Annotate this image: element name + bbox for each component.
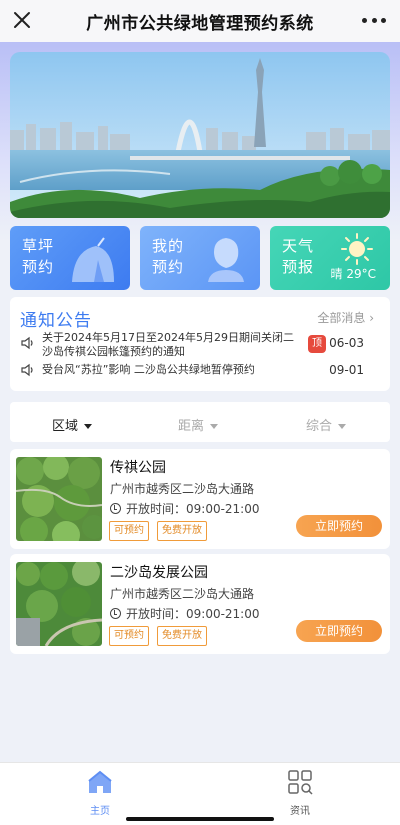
park-name: 传祺公园	[110, 460, 166, 476]
notice-date: 09-01	[329, 363, 364, 377]
weather-tile[interactable]: 天气 预报 晴 29°C	[270, 226, 390, 290]
tab-home[interactable]: 主页	[70, 769, 130, 817]
filter-distance[interactable]: 距离	[178, 415, 219, 434]
chevron-down-icon	[210, 424, 219, 429]
park-hours: 开放时间：09:00-21:00	[110, 605, 260, 622]
notice-panel: 通知公告 全部消息 › 关于2024年5月17日至2024年5月29日期间关闭二…	[10, 297, 390, 391]
speaker-icon	[21, 336, 33, 350]
close-icon[interactable]	[10, 8, 34, 32]
notice-text: 受台风“苏拉”影响 二沙岛公共绿地暂停预约	[42, 363, 255, 376]
park-name: 二沙岛发展公园	[110, 565, 208, 581]
filter-overall[interactable]: 综合	[306, 415, 347, 434]
free-tag: 免费开放	[157, 521, 207, 541]
bookable-tag: 可预约	[109, 521, 149, 541]
filter-area[interactable]: 区域	[52, 415, 93, 434]
notice-item[interactable]: 关于2024年5月17日至2024年5月29日期间关闭二沙岛传祺公园帐篷预约的通…	[20, 331, 378, 361]
free-tag: 免费开放	[157, 626, 207, 646]
park-address: 广州市越秀区二沙岛大通路	[110, 482, 255, 496]
park-address: 广州市越秀区二沙岛大通路	[110, 587, 255, 601]
filter-bar: 区域 距离 综合	[10, 402, 390, 442]
tent-icon	[72, 237, 114, 282]
notice-date: 06-03	[329, 336, 364, 350]
book-now-button[interactable]: 立即预约	[296, 620, 382, 642]
all-messages-link[interactable]: 全部消息 ›	[317, 309, 374, 326]
page-title: 广州市公共绿地管理预约系统	[86, 13, 314, 34]
park-hours: 开放时间：09:00-21:00	[110, 500, 260, 517]
chevron-down-icon	[338, 424, 347, 429]
city-banner-image	[10, 52, 390, 218]
park-thumbnail	[16, 562, 102, 646]
more-icon[interactable]	[362, 10, 386, 30]
home-icon	[88, 770, 112, 793]
home-indicator	[126, 817, 274, 821]
book-now-button[interactable]: 立即预约	[296, 515, 382, 537]
weather-temp: 晴 29°C	[330, 267, 376, 281]
bookable-tag: 可预约	[109, 626, 149, 646]
sun-icon	[341, 233, 373, 265]
park-card[interactable]: 二沙岛发展公园 广州市越秀区二沙岛大通路 开放时间：09:00-21:00 可预…	[10, 554, 390, 654]
my-booking-tile[interactable]: 我的 预约	[140, 226, 260, 290]
park-thumbnail	[16, 457, 102, 541]
person-icon	[208, 238, 244, 282]
park-card[interactable]: 传祺公园 广州市越秀区二沙岛大通路 开放时间：09:00-21:00 可预约 免…	[10, 449, 390, 549]
notice-title: 通知公告	[20, 311, 92, 331]
lawn-booking-tile[interactable]: 草坪 预约	[10, 226, 130, 290]
top-bar: 广州市公共绿地管理预约系统	[0, 0, 400, 42]
chevron-down-icon	[84, 424, 93, 429]
bottom-tab-bar: 主页 资讯	[0, 762, 400, 825]
clock-icon	[110, 503, 121, 514]
notice-item[interactable]: 受台风“苏拉”影响 二沙岛公共绿地暂停预约 09-01	[20, 363, 378, 381]
quick-tiles: 草坪 预约 我的 预约 天气 预报 晴 29°C	[10, 226, 390, 290]
tab-news[interactable]: 资讯	[270, 769, 330, 817]
notice-text: 关于2024年5月17日至2024年5月29日期间关闭二沙岛传祺公园帐篷预约的通…	[42, 331, 294, 358]
clock-icon	[110, 608, 121, 619]
pinned-badge: 顶	[308, 335, 326, 353]
speaker-icon	[21, 363, 33, 377]
news-search-icon	[288, 770, 313, 795]
